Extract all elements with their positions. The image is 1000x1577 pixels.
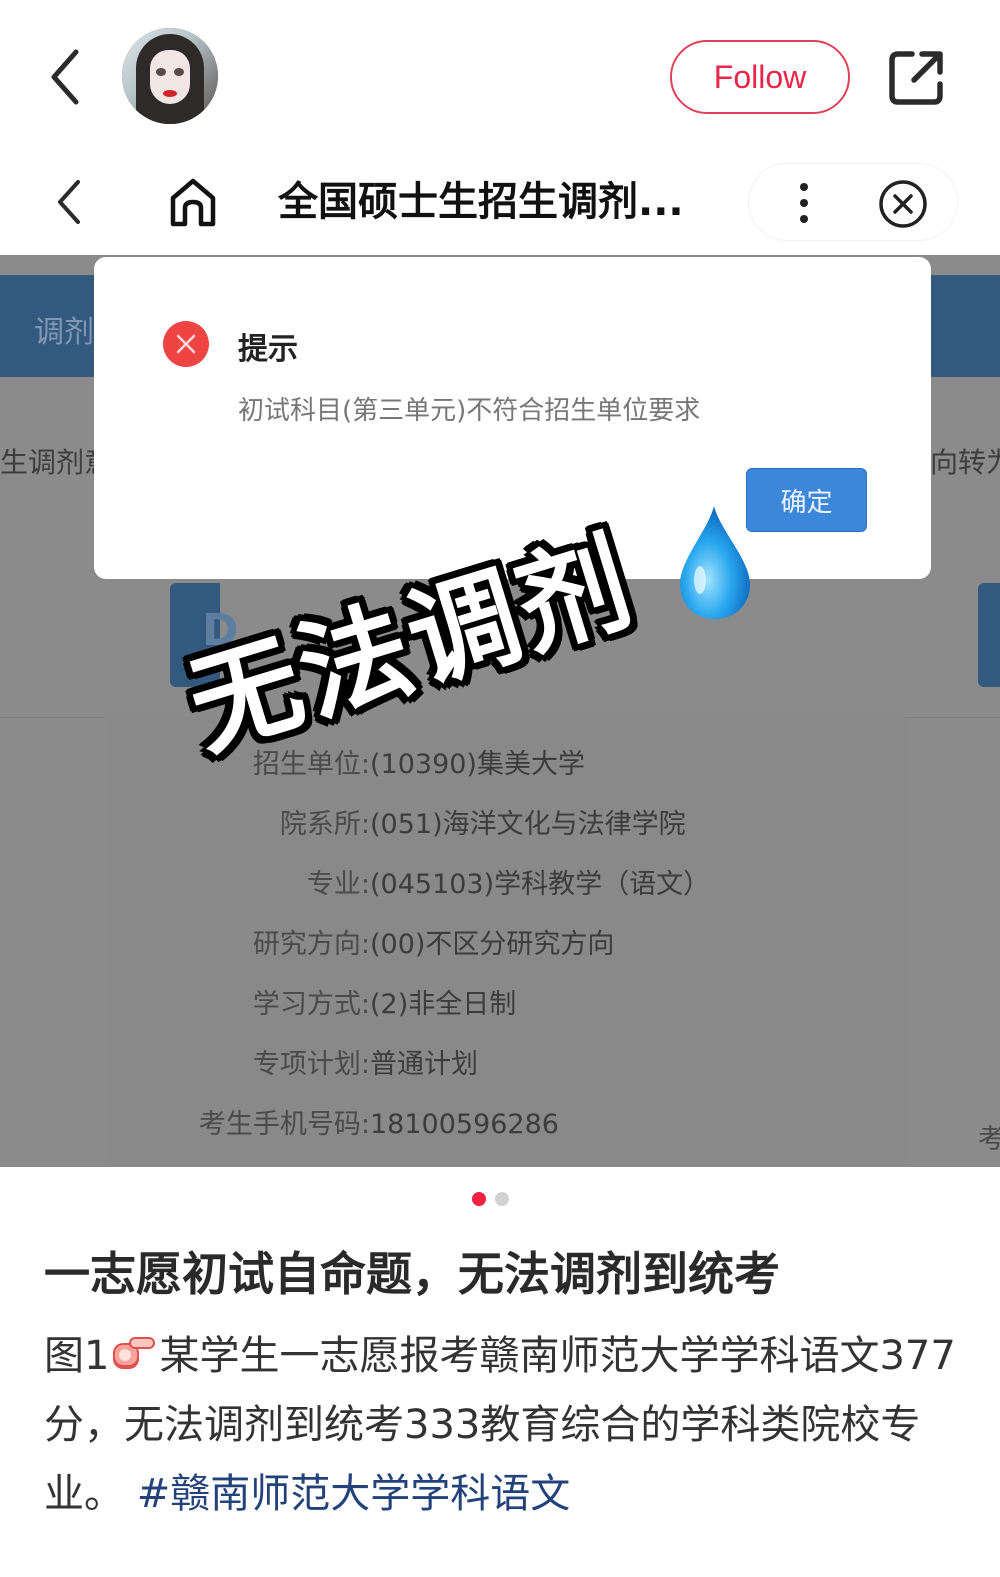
share-button[interactable] bbox=[886, 46, 948, 108]
info-row: 研究方向: (00)不区分研究方向 bbox=[0, 925, 1000, 965]
info-row: 专业: (045103)学科教学（语文） bbox=[0, 865, 1000, 905]
back-button[interactable] bbox=[40, 44, 90, 110]
field-value: (045103)学科教学（语文） bbox=[370, 869, 711, 900]
home-icon bbox=[170, 178, 216, 227]
field-label: 专项计划: bbox=[252, 1049, 370, 1080]
page-header-text: 调剂 bbox=[34, 315, 94, 350]
carousel-dot-active[interactable] bbox=[472, 1192, 486, 1206]
post-body-prefix: 图1 bbox=[44, 1333, 110, 1379]
close-circle-icon bbox=[879, 180, 927, 228]
field-value: 普通计划 bbox=[370, 1049, 478, 1080]
field-label: 考生手机号码: bbox=[198, 1109, 370, 1140]
hashtag-link[interactable]: #赣南师范大学学科语文 bbox=[137, 1471, 571, 1517]
chevron-left-icon bbox=[51, 49, 79, 105]
follow-button[interactable]: Follow bbox=[670, 40, 850, 114]
field-label: 研究方向: bbox=[252, 929, 370, 960]
dialog-message: 初试科目(第三单元)不符合招生单位要求 bbox=[238, 396, 701, 426]
close-button[interactable] bbox=[877, 178, 929, 230]
avatar-lips bbox=[163, 90, 177, 97]
dialog-title: 提示 bbox=[238, 332, 298, 367]
info-row: 考生手机号码: 18100596286 bbox=[0, 1105, 1000, 1145]
avatar[interactable] bbox=[122, 28, 218, 124]
info-row: 学习方式: (2)非全日制 bbox=[0, 985, 1000, 1025]
avatar-eye bbox=[156, 68, 166, 76]
clipped-label-right: 考 bbox=[978, 1124, 1000, 1155]
field-label: 学习方式: bbox=[252, 989, 370, 1020]
field-value: (051)海洋文化与法律学院 bbox=[370, 809, 686, 840]
more-vertical-icon bbox=[800, 183, 808, 223]
chevron-left-icon bbox=[58, 180, 80, 224]
error-icon-wrapper bbox=[163, 321, 209, 367]
app-header: Follow bbox=[0, 0, 1000, 150]
post-body: 图1 某学生一志愿报考赣南师范大学学科语文377分，无法调剂到统考333教育综合… bbox=[44, 1322, 964, 1529]
webview-home-button[interactable] bbox=[166, 176, 220, 228]
field-label: 专业: bbox=[306, 869, 370, 900]
carousel-indicator bbox=[472, 1192, 509, 1208]
field-value: (10390)集美大学 bbox=[370, 749, 585, 780]
mini-program-capsule bbox=[748, 163, 958, 241]
field-value: (00)不区分研究方向 bbox=[370, 929, 615, 960]
more-button[interactable] bbox=[789, 178, 819, 228]
field-value: (2)非全日制 bbox=[370, 989, 517, 1020]
share-external-icon bbox=[889, 51, 943, 105]
clipped-text-right: 向转为 bbox=[930, 446, 1000, 479]
error-circle-icon bbox=[163, 321, 209, 367]
webview-back-button[interactable] bbox=[48, 176, 88, 228]
avatar-eye bbox=[174, 68, 184, 76]
carousel-dot[interactable] bbox=[495, 1192, 509, 1206]
webview-title: 全国硕士生招生调剂... bbox=[278, 179, 684, 225]
confirm-button[interactable]: 确定 bbox=[746, 468, 867, 532]
field-label: 院系所: bbox=[279, 809, 370, 840]
info-row: 招生单位: (10390)集美大学 bbox=[0, 745, 1000, 785]
field-value: 18100596286 bbox=[370, 1109, 559, 1140]
info-row: 专项计划: 普通计划 bbox=[0, 1045, 1000, 1085]
info-row: 院系所: (051)海洋文化与法律学院 bbox=[0, 805, 1000, 845]
droplet-icon bbox=[676, 502, 754, 622]
post-title: 一志愿初试自命题，无法调剂到统考 bbox=[44, 1247, 780, 1301]
pointing-hand-icon bbox=[109, 1326, 159, 1369]
info-card-tab-right bbox=[978, 583, 1000, 687]
